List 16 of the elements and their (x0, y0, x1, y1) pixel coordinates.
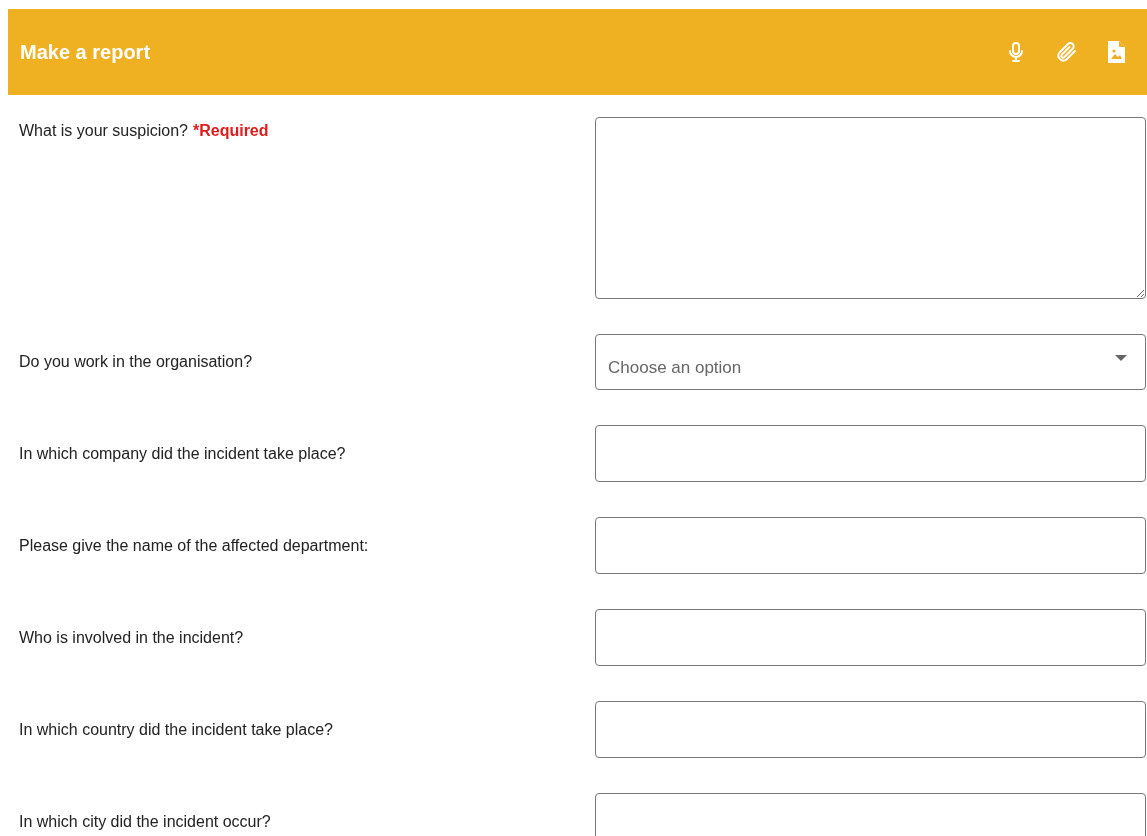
question-label: What is your suspicion? (19, 122, 188, 139)
required-marker: *Required (192, 122, 269, 139)
input-field[interactable] (595, 609, 1146, 666)
caret-icon (1115, 355, 1127, 361)
input-field[interactable] (595, 425, 1146, 482)
input-field[interactable] (595, 517, 1146, 574)
question-label: Who is involved in the incident? (19, 628, 244, 646)
select-field[interactable]: Choose an option (595, 334, 1146, 390)
input-field[interactable] (595, 793, 1146, 836)
question-label: Please give the name of the affected department: (19, 536, 369, 554)
question-label: In which city did the incident occur? (19, 812, 271, 830)
header-title: Make a report (20, 40, 151, 64)
question-label: In which company did the incident take place? (19, 444, 346, 462)
input-field[interactable] (595, 701, 1146, 758)
question-label: Do you work in the organisation? (19, 353, 253, 370)
question-label: In which country did the incident take place? (19, 720, 333, 738)
